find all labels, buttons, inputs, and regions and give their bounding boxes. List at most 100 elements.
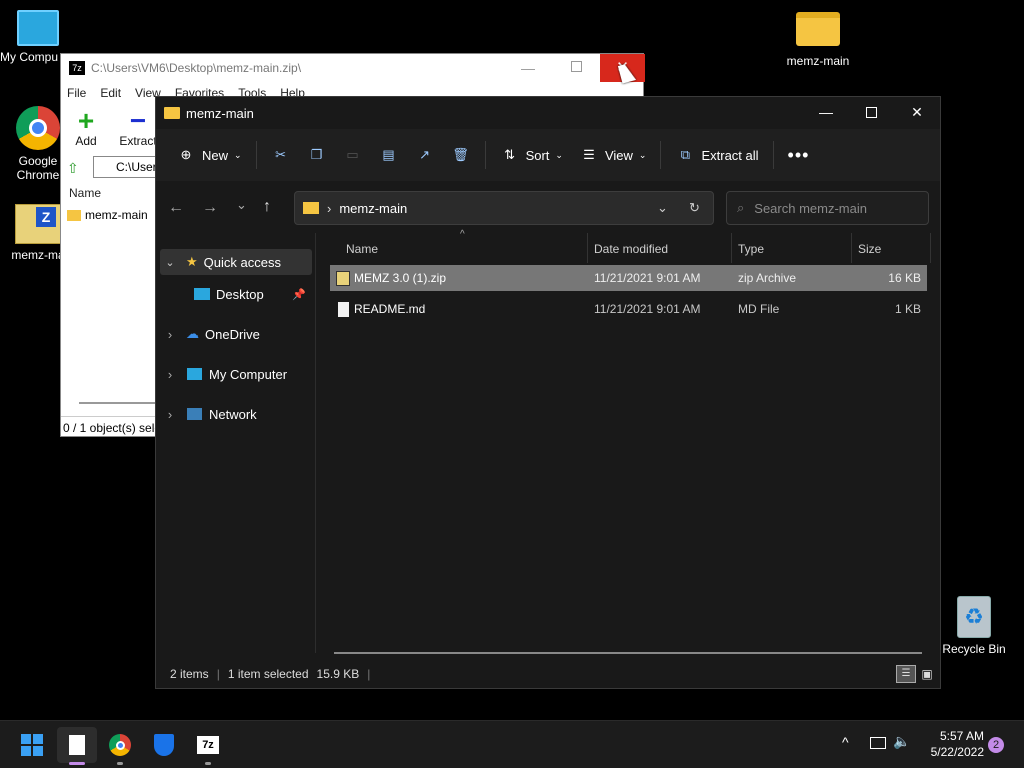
tiles-view-icon[interactable]: ▣ [918,665,936,683]
monitor-icon [17,10,59,46]
add-button[interactable]: + Add [65,107,107,149]
status-size: 15.9 KB [316,667,360,681]
maximize-icon [865,106,877,118]
taskbar-chrome[interactable] [100,727,140,765]
active-indicator [69,762,85,765]
column-header-size[interactable]: Size [858,237,928,261]
details-view-icon[interactable]: ☰ [896,665,916,683]
file-list: ^ Name Date modified Type Size MEMZ 3.0 … [316,229,940,654]
copy-icon: ❐ [310,147,323,162]
extract-all-button[interactable]: ⧉ Extract all [667,137,766,173]
column-divider[interactable] [851,233,852,263]
address-dropdown-icon[interactable]: ⌄ [657,200,668,216]
sevenzip-path-field[interactable]: C:\User [93,156,163,178]
menu-edit[interactable]: Edit [100,86,121,100]
view-button[interactable]: ☰ View ⌄ [571,137,655,173]
refresh-icon[interactable]: ↻ [689,200,700,216]
folder-icon [164,107,180,119]
column-header-type[interactable]: Type [738,237,848,261]
up-folder-icon[interactable]: ⇧ [67,160,83,176]
column-header-date[interactable]: Date modified [594,237,732,261]
search-input[interactable]: ⌕ Search memz-main [726,191,929,225]
sevenzip-app-icon: 7z [69,61,85,75]
network-status-icon[interactable] [870,737,886,749]
start-button[interactable] [12,727,52,763]
copy-button[interactable]: ❐ [299,137,335,173]
navigation-pane: ⌄ ★ Quick access Desktop 📌 › ☁ OneDrive … [156,233,316,653]
clock[interactable]: 5:57 AM 5/22/2022 [918,728,984,760]
column-header-name[interactable]: Name [346,237,586,261]
nav-quick-access[interactable]: ⌄ ★ Quick access [160,249,312,275]
rename-button[interactable]: ▤ [371,137,407,173]
desktop-icon-label: Google Chrome [16,154,60,182]
zip-file-icon [336,270,350,286]
paste-button[interactable]: ▭ [335,137,371,173]
share-button[interactable]: ↗ [407,137,443,173]
close-button[interactable]: ✕ [894,97,940,127]
column-divider[interactable] [587,233,588,263]
extract-button[interactable]: − Extract [117,105,159,149]
cut-button[interactable]: ✂ [263,137,299,173]
rename-icon: ▤ [382,147,395,162]
view-icon: ☰ [583,147,595,162]
minimize-icon[interactable]: — [521,60,541,76]
delete-button[interactable]: 🗑 [443,137,479,173]
recycle-bin-icon: ♻ [957,596,991,638]
column-divider[interactable] [930,233,931,263]
nav-network[interactable]: › Network [160,401,312,427]
sevenzip-titlebar: 7z C:\Users\VM6\Desktop\memz-main.zip\ [61,54,643,82]
explorer-title: memz-main [186,105,254,121]
shield-icon [154,734,174,756]
more-options-button[interactable]: ••• [780,137,818,173]
table-row[interactable]: README.md 11/21/2021 9:01 AM MD File 1 K… [330,296,927,322]
status-bar: 2 items | 1 item selected 15.9 KB | ☰ ▣ [156,660,940,688]
trash-icon: 🗑 [452,147,469,162]
horizontal-scrollbar[interactable] [334,652,922,654]
tray-chevron-icon[interactable]: ^ [842,734,849,750]
command-bar: ⊕ New ⌄ ✂ ❐ ▭ ▤ ↗ 🗑 ⇅ Sort ⌄ ☰ View ⌄ ⧉ Extract… [156,129,940,181]
breadcrumb[interactable]: memz-main [339,201,407,216]
status-item-count: 2 items [170,667,209,681]
toolbar-separator [484,141,486,169]
plus-circle-icon: ⊕ [180,147,192,162]
minimize-button[interactable]: — [803,97,849,127]
menu-file[interactable]: File [67,86,86,100]
table-row[interactable]: MEMZ 3.0 (1).zip 11/21/2021 9:01 AM zip … [330,265,927,291]
sevenzip-column-name[interactable]: Name [69,186,101,200]
explorer-window[interactable]: memz-main — ✕ ⊕ New ⌄ ✂ ❐ ▭ ▤ ↗ 🗑 ⇅ Sort ⌄ ☰… [155,96,941,689]
back-icon[interactable]: ← [168,199,184,217]
toolbar-separator [772,141,774,169]
taskbar-7zip[interactable]: 7z [188,727,228,765]
monitor-icon [187,368,202,380]
star-icon: ★ [186,254,198,269]
recent-chevron-icon[interactable]: ⌄ [236,197,247,213]
sevenzip-list-item[interactable]: memz-main [67,208,148,222]
minus-icon: − [129,105,147,136]
chevron-right-icon: › [167,406,173,422]
chevron-right-icon: › [167,326,173,342]
sevenzip-scrollbar[interactable] [79,402,157,404]
sort-button[interactable]: ⇅ Sort ⌄ [492,137,571,173]
desktop-icon-recycle-bin[interactable]: ♻ Recycle Bin [936,596,1012,656]
sort-icon: ⇅ [504,147,516,162]
chrome-icon [16,106,60,150]
taskbar-defender[interactable] [144,727,184,763]
toolbar-separator [255,141,257,169]
pin-icon[interactable]: 📌 [292,288,306,301]
forward-icon[interactable]: → [202,199,218,217]
toolbar-separator [660,141,662,169]
desktop-icon-memz-folder[interactable]: memz-main [780,12,856,68]
chevron-down-icon: ⌄ [234,149,242,160]
nav-desktop[interactable]: Desktop 📌 [160,281,312,307]
volume-icon[interactable]: 🔈 [893,733,910,750]
nav-onedrive[interactable]: › ☁ OneDrive [160,321,312,347]
new-button[interactable]: ⊕ New ⌄ [168,137,250,173]
address-bar[interactable]: › memz-main ⌄ ↻ [294,191,714,225]
column-divider[interactable] [731,233,732,263]
maximize-icon[interactable] [571,61,582,72]
notification-badge[interactable]: 2 [988,737,1004,753]
maximize-button[interactable] [848,97,894,127]
taskbar-notepad[interactable] [57,727,97,765]
up-icon[interactable]: ↑ [263,198,271,216]
nav-my-computer[interactable]: › My Computer [160,361,312,387]
